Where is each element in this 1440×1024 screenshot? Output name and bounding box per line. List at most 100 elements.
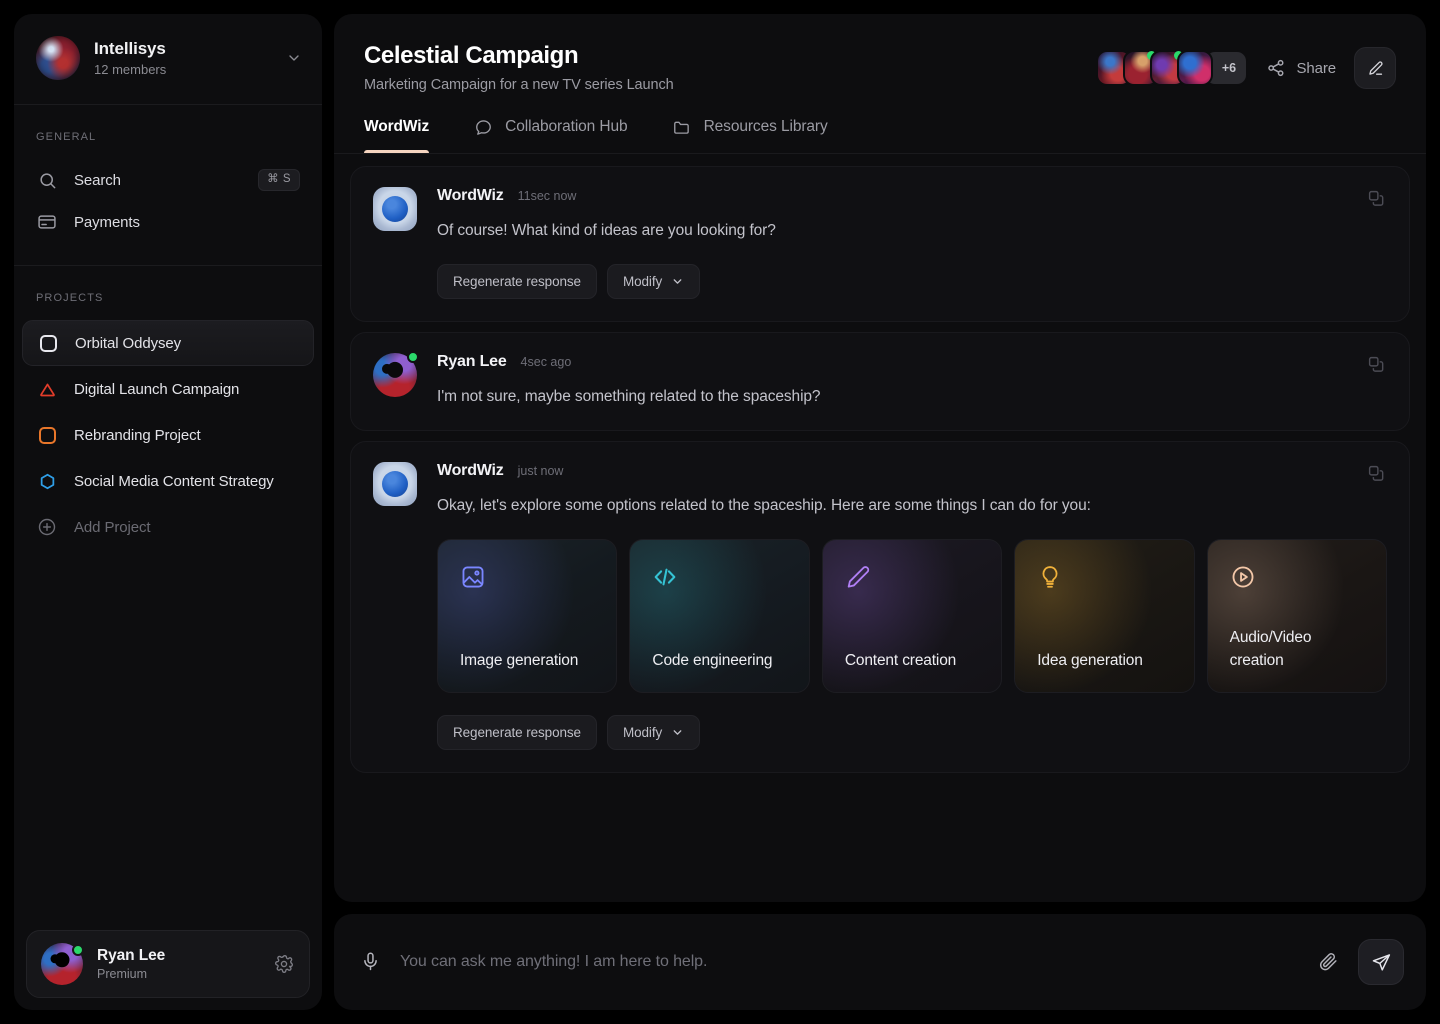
microphone-icon[interactable] [360, 951, 382, 973]
add-project-button[interactable]: Add Project [22, 504, 314, 550]
hexagon-icon [36, 470, 58, 492]
status-badge [72, 944, 84, 956]
workspace-name: Intellisys [94, 38, 166, 58]
pencil-icon [1366, 59, 1385, 78]
credit-card-icon [36, 211, 58, 233]
copy-icon[interactable] [1367, 189, 1387, 209]
triangle-icon [36, 378, 58, 400]
modify-button[interactable]: Modify [606, 264, 701, 299]
search-icon [36, 169, 58, 191]
workspace-avatar [36, 36, 80, 80]
share-label: Share [1296, 59, 1336, 77]
copy-icon[interactable] [1367, 464, 1387, 484]
paperclip-icon[interactable] [1318, 951, 1340, 973]
modify-button[interactable]: Modify [606, 715, 701, 750]
card-label: Audio/Video creation [1229, 629, 1312, 669]
message-timestamp: just now [517, 464, 564, 478]
page-header: Celestial Campaign Marketing Campaign fo… [334, 14, 1426, 93]
message-list[interactable]: WordWiz 11sec now Of course! What kind o… [334, 154, 1426, 902]
pill-label: Modify [622, 274, 663, 289]
card-label: Idea generation [1037, 652, 1143, 669]
tab-label: Collaboration Hub [505, 118, 628, 135]
tab-label: Resources Library [703, 118, 828, 135]
member-avatar-stack[interactable]: +6 [1096, 50, 1249, 86]
message-text: Of course! What kind of ideas are you lo… [437, 222, 776, 239]
avatar [373, 187, 417, 231]
suggestion-card-list: Image generation Code engineering Conten… [437, 539, 1388, 693]
regenerate-response-button[interactable]: Regenerate response [437, 715, 597, 750]
chat-bubble-icon [473, 117, 493, 137]
edit-button[interactable] [1354, 47, 1396, 89]
workspace-members: 12 members [94, 61, 167, 77]
suggestion-card-code-engineering[interactable]: Code engineering [629, 539, 810, 693]
message-text: I'm not sure, maybe something related to… [437, 388, 821, 405]
message-timestamp: 11sec now [517, 189, 577, 203]
image-icon [460, 564, 486, 590]
sidebar-item-social-media-content-strategy[interactable]: Social Media Content Strategy [22, 458, 314, 504]
search-shortcut-badge: ⌘ S [258, 169, 300, 191]
sidebar-item-label: Search [74, 171, 121, 189]
suggestion-card-audio-video-creation[interactable]: Audio/Video creation [1206, 539, 1388, 693]
square-icon [36, 424, 58, 446]
chat-panel: Celestial Campaign Marketing Campaign fo… [334, 14, 1426, 902]
avatar [373, 462, 417, 506]
message-item: Ryan Lee 4sec ago I'm not sure, maybe so… [350, 332, 1410, 431]
user-plan: Premium [97, 967, 148, 981]
pill-label: Regenerate response [453, 725, 581, 740]
chevron-down-icon[interactable] [284, 48, 304, 68]
copy-icon[interactable] [1367, 355, 1387, 375]
card-label: Code engineering [652, 652, 773, 669]
sidebar-item-label: Payments [74, 213, 140, 231]
project-label: Rebranding Project [74, 426, 201, 444]
app-root: Intellisys 12 members GENERAL Search ⌘ S [0, 0, 1440, 1024]
project-label: Orbital Oddysey [75, 334, 182, 352]
regenerate-response-button[interactable]: Regenerate response [437, 264, 597, 299]
suggestion-card-idea-generation[interactable]: Idea generation [1014, 539, 1195, 693]
chevron-down-icon [671, 275, 684, 288]
tab-wordwiz[interactable]: WordWiz [364, 118, 430, 153]
sidebar: Intellisys 12 members GENERAL Search ⌘ S [14, 14, 322, 1010]
status-badge [407, 351, 419, 363]
suggestion-card-image-generation[interactable]: Image generation [437, 539, 618, 693]
folder-icon [672, 117, 692, 137]
gear-icon[interactable] [273, 953, 295, 975]
tab-bar: WordWiz Collaboration Hub Resources Libr… [334, 117, 1426, 154]
chevron-down-icon [671, 726, 684, 739]
general-section-label: GENERAL [36, 131, 97, 143]
share-button[interactable]: Share [1266, 58, 1336, 78]
send-icon [1371, 952, 1392, 973]
message-author: WordWiz [437, 462, 504, 479]
workspace-switcher[interactable]: Intellisys 12 members [14, 14, 322, 105]
project-label: Social Media Content Strategy [74, 472, 274, 490]
project-label: Digital Launch Campaign [74, 380, 240, 398]
sidebar-item-search[interactable]: Search ⌘ S [22, 159, 314, 201]
lightbulb-icon [1037, 564, 1063, 590]
card-label: Content creation [844, 652, 957, 669]
code-icon [652, 564, 678, 590]
square-icon [37, 332, 59, 354]
plus-circle-icon [36, 516, 58, 538]
avatar [41, 943, 84, 985]
share-nodes-icon [1266, 58, 1286, 78]
sidebar-item-orbital-oddysey[interactable]: Orbital Oddysey [22, 320, 314, 366]
add-project-label: Add Project [74, 518, 151, 536]
send-button[interactable] [1358, 939, 1404, 985]
main-content: Celestial Campaign Marketing Campaign fo… [334, 14, 1426, 1010]
user-name: Ryan Lee [97, 947, 166, 964]
pencil-icon [845, 564, 871, 590]
message-item: WordWiz just now Okay, let's explore som… [350, 441, 1410, 773]
sidebar-item-rebranding-project[interactable]: Rebranding Project [22, 412, 314, 458]
card-label: Image generation [460, 652, 579, 669]
tab-resources-library[interactable]: Resources Library [672, 117, 828, 153]
suggestion-card-content-creation[interactable]: Content creation [821, 539, 1003, 693]
page-title: Celestial Campaign [364, 42, 579, 69]
message-composer [334, 914, 1426, 1010]
sidebar-item-payments[interactable]: Payments [22, 201, 314, 243]
sidebar-projects-section: PROJECTS Orbital Oddysey Digital Launch … [14, 266, 322, 550]
user-profile-card[interactable]: Ryan Lee Premium [26, 930, 310, 998]
tab-collaboration-hub[interactable]: Collaboration Hub [473, 117, 628, 153]
message-item: WordWiz 11sec now Of course! What kind o… [350, 166, 1410, 322]
sidebar-item-digital-launch-campaign[interactable]: Digital Launch Campaign [22, 366, 314, 412]
avatar [1177, 50, 1214, 86]
message-input[interactable] [400, 953, 1300, 971]
